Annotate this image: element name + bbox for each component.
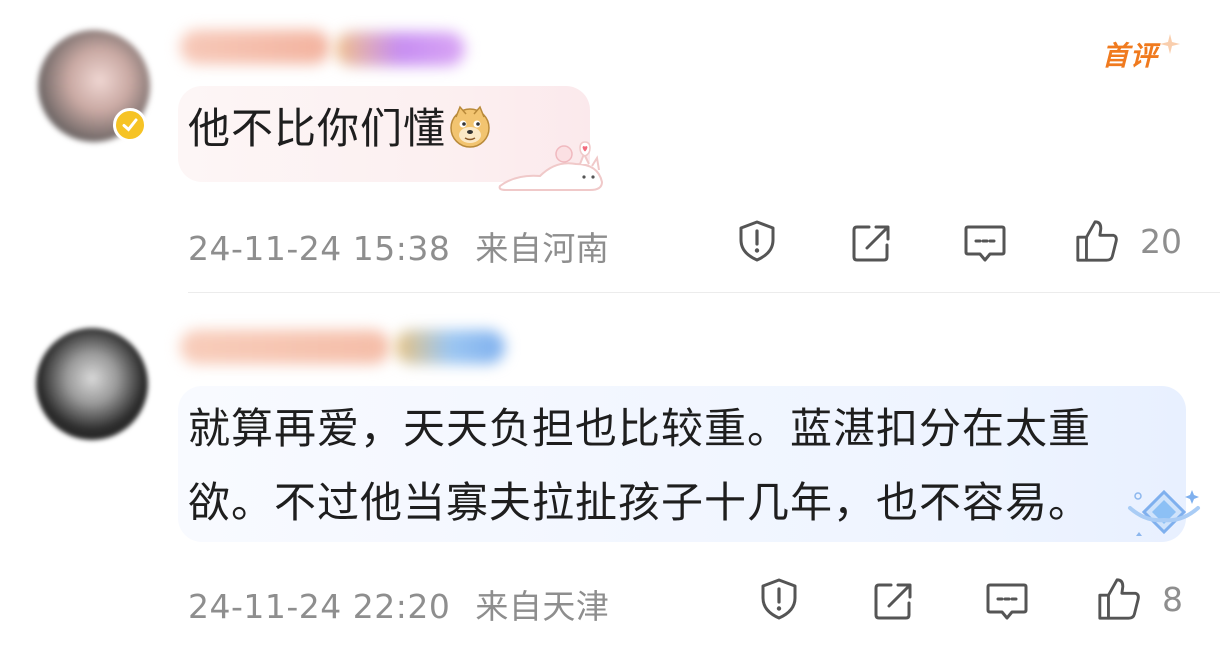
- share-button[interactable]: [848, 220, 894, 266]
- like-count: 8: [1162, 580, 1183, 619]
- report-button[interactable]: [734, 218, 780, 264]
- username[interactable]: [180, 330, 390, 364]
- user-level-badge: [335, 32, 465, 66]
- cat-sticker-icon: [498, 141, 604, 191]
- timestamp: 24-11-24 15:38: [188, 229, 451, 268]
- user-level-badge: [395, 330, 505, 364]
- verified-badge-icon: [113, 108, 147, 142]
- reply-button[interactable]: [984, 578, 1030, 624]
- comment-text-content: 他不比你们懂: [188, 104, 447, 153]
- comment-meta: 24-11-24 22:20 来自天津: [188, 580, 609, 628]
- share-button[interactable]: [870, 578, 916, 624]
- comment-icon: [964, 225, 1006, 262]
- thumbs-up-icon: [1098, 578, 1140, 620]
- sparkle-icon: [1160, 34, 1180, 54]
- comment-meta: 24-11-24 15:38 来自河南: [188, 222, 609, 270]
- like-button[interactable]: [1096, 576, 1142, 622]
- shield-exclamation-icon: [739, 220, 775, 262]
- diamond-decoration-icon: [1128, 489, 1200, 536]
- shield-exclamation-icon: [761, 578, 797, 620]
- location: 来自河南: [475, 229, 610, 268]
- comment-text: 他不比你们懂: [188, 92, 492, 166]
- share-icon: [874, 583, 912, 620]
- username[interactable]: [180, 30, 330, 64]
- comment-text: 就算再爱，天天负担也比较重。蓝湛扣分在太重欲。不过他当寡夫拉扯孩子十几年，也不容…: [188, 404, 1092, 527]
- avatar[interactable]: [36, 328, 148, 440]
- report-button[interactable]: [756, 576, 802, 622]
- comment-icon: [986, 583, 1028, 620]
- doge-emoji-icon: [450, 105, 490, 148]
- comment-item: 首评 他不比你们懂 24-11-24 15:38 来自河南 20: [0, 0, 1220, 292]
- like-count: 20: [1140, 222, 1182, 261]
- first-comment-badge: 首评: [1102, 32, 1182, 76]
- share-icon: [852, 225, 890, 262]
- timestamp: 24-11-24 22:20: [188, 587, 451, 626]
- location: 来自天津: [475, 587, 610, 626]
- reply-button[interactable]: [962, 220, 1008, 266]
- like-button[interactable]: [1074, 218, 1120, 264]
- thumbs-up-icon: [1076, 220, 1118, 262]
